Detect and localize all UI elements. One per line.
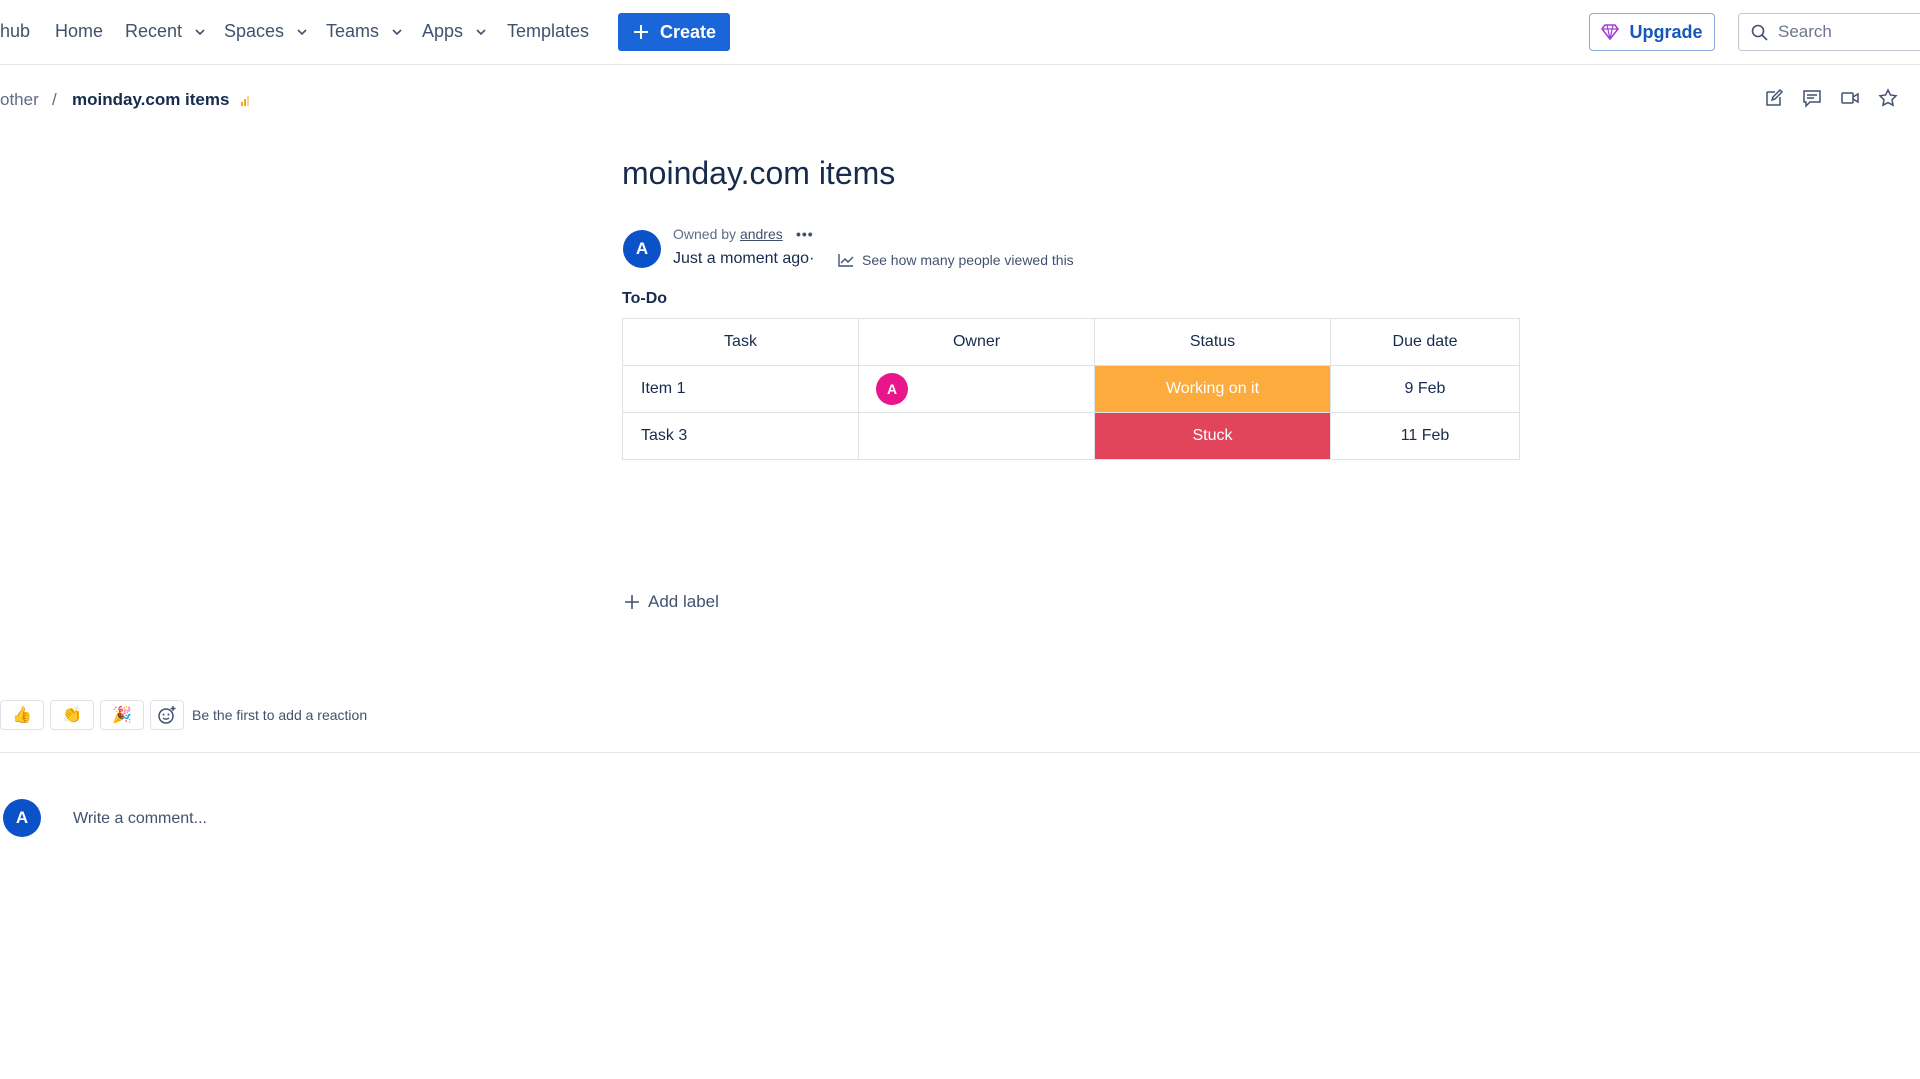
- chevron-down-icon: [392, 28, 402, 35]
- clap-reaction[interactable]: 👏: [50, 700, 94, 730]
- create-button-label: Create: [659, 21, 717, 42]
- nav-recent-label: Recent: [125, 21, 183, 41]
- edit-icon[interactable]: [1764, 88, 1784, 108]
- star-icon[interactable]: [1878, 88, 1898, 108]
- table-header-row: Task Owner Status Due date: [622, 318, 1520, 366]
- plus-icon: [633, 25, 648, 39]
- divider: [0, 752, 1920, 753]
- page-title: moinday.com items: [622, 155, 896, 191]
- search-placeholder: Search: [1778, 22, 1832, 41]
- signal-bars-icon: [241, 96, 249, 106]
- last-updated: Just a moment ago·: [673, 250, 815, 267]
- table-row: Item 1 A Working on it 9 Feb: [622, 365, 1520, 413]
- search-icon: [1751, 24, 1768, 41]
- owned-by-prefix: Owned by: [673, 226, 737, 242]
- owner-cell[interactable]: A: [858, 365, 1095, 413]
- page-views-label: See how many people viewed this: [862, 252, 1074, 268]
- breadcrumb-current[interactable]: moinday.com items: [72, 90, 229, 110]
- add-label-text: Add label: [648, 592, 719, 611]
- plus-icon: [625, 595, 639, 609]
- commenter-avatar: A: [3, 799, 41, 837]
- reaction-prompt: Be the first to add a reaction: [192, 707, 368, 723]
- status-cell[interactable]: Stuck: [1094, 412, 1331, 460]
- add-reaction-button[interactable]: [150, 700, 184, 730]
- emoji-add-icon: [158, 706, 176, 724]
- upgrade-button[interactable]: Upgrade: [1589, 13, 1715, 51]
- reactions-bar: 👍 👏 🎉 Be the first to add a reaction: [0, 700, 367, 730]
- search-input[interactable]: Search: [1738, 13, 1920, 51]
- add-label-button[interactable]: Add label: [624, 592, 719, 612]
- nav-spaces[interactable]: Spaces: [224, 21, 308, 42]
- top-navigation-bar: hub Home Recent Spaces Teams Apps Templa…: [0, 0, 1920, 65]
- section-heading: To-Do: [622, 290, 668, 307]
- header-due-date: Due date: [1330, 318, 1520, 366]
- breadcrumb-separator: /: [52, 90, 57, 109]
- thumbs-up-reaction[interactable]: 👍: [0, 700, 44, 730]
- page-views-link[interactable]: See how many people viewed this: [838, 252, 1074, 268]
- page-actions: [1764, 88, 1898, 108]
- header-task: Task: [622, 318, 859, 366]
- due-date-cell[interactable]: 11 Feb: [1330, 412, 1520, 460]
- nav-apps[interactable]: Apps: [422, 21, 487, 42]
- diamond-icon: [1601, 24, 1620, 40]
- chevron-down-icon: [195, 28, 205, 35]
- nav-templates[interactable]: Templates: [507, 21, 589, 42]
- owner-avatar-small[interactable]: A: [876, 373, 908, 405]
- upgrade-button-label: Upgrade: [1629, 21, 1703, 42]
- chevron-down-icon: [476, 28, 486, 35]
- video-icon[interactable]: [1840, 88, 1860, 108]
- due-date-cell[interactable]: 9 Feb: [1330, 365, 1520, 413]
- owner-cell[interactable]: [858, 412, 1095, 460]
- comment-icon[interactable]: [1802, 88, 1822, 108]
- nav-teams[interactable]: Teams: [326, 21, 403, 42]
- owner-avatar[interactable]: A: [623, 230, 661, 268]
- task-cell[interactable]: Item 1: [622, 365, 859, 413]
- nav-teams-label: Teams: [326, 21, 380, 41]
- task-cell[interactable]: Task 3: [622, 412, 859, 460]
- header-status: Status: [1094, 318, 1331, 366]
- owned-by: Owned by andres: [673, 226, 783, 242]
- chevron-down-icon: [297, 28, 307, 35]
- header-owner: Owner: [858, 318, 1095, 366]
- nav-home[interactable]: Home: [55, 21, 103, 42]
- table-row: Task 3 Stuck 11 Feb: [622, 412, 1520, 460]
- more-actions-button[interactable]: •••: [796, 226, 814, 242]
- nav-recent[interactable]: Recent: [125, 21, 206, 42]
- owner-link[interactable]: andres: [740, 226, 783, 242]
- breadcrumb-parent[interactable]: other: [0, 90, 39, 110]
- board-table: Task Owner Status Due date Item 1 A Work…: [622, 318, 1520, 460]
- nav-apps-label: Apps: [422, 21, 464, 41]
- chart-line-icon: [838, 254, 854, 267]
- nav-spaces-label: Spaces: [224, 21, 285, 41]
- status-cell[interactable]: Working on it: [1094, 365, 1331, 413]
- comment-input[interactable]: Write a comment...: [73, 810, 207, 828]
- party-reaction[interactable]: 🎉: [100, 700, 144, 730]
- create-button[interactable]: Create: [618, 13, 730, 51]
- nav-brand[interactable]: hub: [0, 21, 30, 42]
